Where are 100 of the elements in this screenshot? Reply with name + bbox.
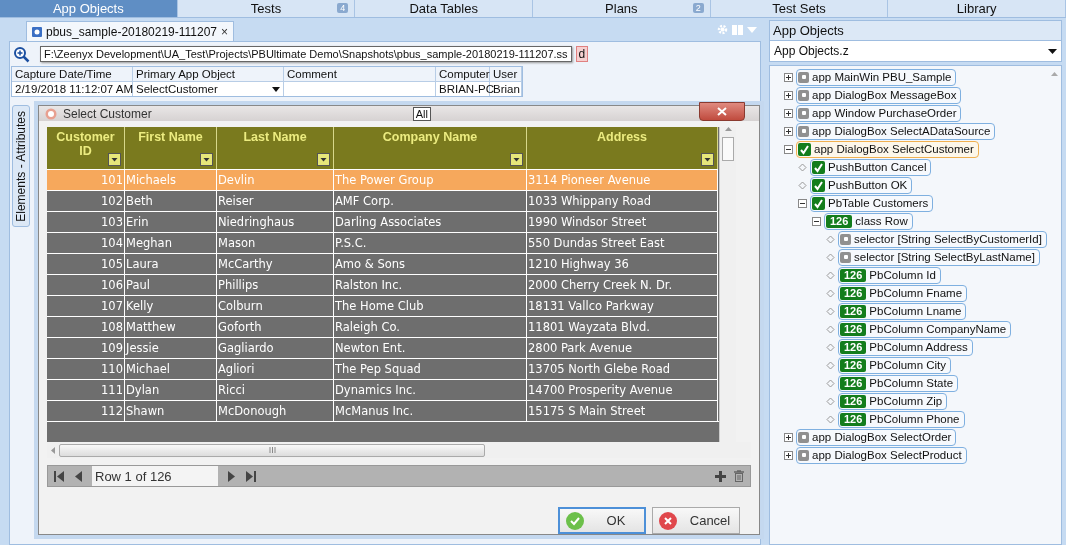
table-cell[interactable]: Jessie [125, 337, 217, 358]
collapse-icon[interactable] [798, 198, 807, 208]
table-cell[interactable]: 1033 Whippany Road [527, 190, 718, 211]
scroll-left-icon[interactable] [51, 446, 55, 454]
table-cell[interactable]: Kelly [125, 295, 217, 316]
expand-icon[interactable] [784, 450, 793, 460]
expand-icon[interactable] [784, 108, 793, 118]
table-cell[interactable]: 13705 North Glebe Road [527, 358, 718, 379]
previous-icon[interactable] [74, 470, 82, 482]
tree-item[interactable]: 126 PbColumn CompanyName [838, 320, 1012, 338]
tree-item[interactable]: 126 PbColumn Address [838, 338, 973, 356]
table-cell[interactable]: 103 [47, 211, 125, 232]
tree-item[interactable]: 126 PbColumn Lname [838, 302, 967, 320]
table-cell[interactable]: 15175 S Main Street [527, 400, 718, 421]
expand-icon[interactable] [784, 72, 793, 82]
table-cell[interactable]: Gagliardo [217, 337, 334, 358]
column-header[interactable]: Company Name [334, 127, 527, 169]
table-cell[interactable]: 106 [47, 274, 125, 295]
table-cell[interactable]: Dylan [125, 379, 217, 400]
expand-icon[interactable] [784, 432, 793, 442]
table-cell[interactable]: Erin [125, 211, 217, 232]
collapse-icon[interactable] [812, 216, 821, 226]
tab[interactable]: Test Sets [710, 0, 889, 17]
expand-icon[interactable] [784, 90, 793, 100]
table-cell[interactable]: Dynamics Inc. [334, 379, 527, 400]
table-cell[interactable]: Paul [125, 274, 217, 295]
tab[interactable]: Tests 4 [177, 0, 356, 17]
tree-item[interactable]: app MainWin PBU_Sample [796, 68, 957, 86]
tree-item[interactable]: 126 PbColumn Id [838, 266, 941, 284]
side-tab[interactable]: Elements - Attributes [12, 105, 30, 227]
tab[interactable]: App Objects [0, 0, 178, 17]
table-cell[interactable]: Meghan [125, 232, 217, 253]
ok-button[interactable]: OK [558, 507, 646, 534]
table-cell[interactable]: The Home Club [334, 295, 527, 316]
table-cell[interactable]: 104 [47, 232, 125, 253]
table-cell[interactable]: Amo & Sons [334, 253, 527, 274]
tree-item[interactable]: selector [String SelectByLastName] [838, 248, 1040, 266]
document-tab[interactable]: pbus_sample-20180219-111207 × [26, 21, 235, 41]
column-header[interactable]: Address [527, 127, 718, 169]
column-header[interactable]: Last Name [217, 127, 334, 169]
filter-dropdown-icon[interactable] [701, 153, 714, 166]
table-cell[interactable]: Matthew [125, 316, 217, 337]
table-cell[interactable]: AMF Corp. [334, 190, 527, 211]
table-cell[interactable]: 102 [47, 190, 125, 211]
tab[interactable]: Library [888, 0, 1066, 17]
filter-dropdown-icon[interactable] [317, 153, 330, 166]
table-cell[interactable]: Darling Associates [334, 211, 527, 232]
tree-item[interactable]: app DialogBox SelectProduct [796, 446, 967, 464]
table-cell[interactable]: 108 [47, 316, 125, 337]
table-cell[interactable]: 2800 Park Avenue [527, 337, 718, 358]
table-cell[interactable]: McCarthy [217, 253, 334, 274]
table-cell[interactable]: 107 [47, 295, 125, 316]
table-cell[interactable]: Laura [125, 253, 217, 274]
tree-item[interactable]: PushButton OK [810, 176, 913, 194]
column-header[interactable]: Customer ID [47, 127, 125, 169]
table-cell[interactable]: 14700 Prosperity Avenue [527, 379, 718, 400]
first-icon[interactable] [54, 470, 64, 482]
table-cell[interactable]: McDonough [217, 400, 334, 421]
next-icon[interactable] [228, 470, 236, 482]
table-cell[interactable]: Ralston Inc. [334, 274, 527, 295]
table-cell[interactable]: Raleigh Co. [334, 316, 527, 337]
collapse-icon[interactable] [784, 144, 793, 154]
tree-item[interactable]: 126 PbColumn City [838, 356, 952, 374]
table-cell[interactable]: 109 [47, 337, 125, 358]
file-dropdown[interactable]: App Objects.z [769, 40, 1062, 62]
table-cell[interactable]: Colburn [217, 295, 334, 316]
filter-dropdown-icon[interactable] [200, 153, 213, 166]
last-icon[interactable] [246, 470, 256, 482]
tree-item[interactable]: 126 class Row [824, 212, 913, 230]
tree-item[interactable]: PushButton Cancel [810, 158, 932, 176]
table-cell[interactable]: Reiser [217, 190, 334, 211]
cancel-button[interactable]: Cancel [652, 507, 740, 534]
tree-item[interactable]: app DialogBox SelectOrder [796, 428, 957, 446]
tree-item[interactable]: app DialogBox MessageBox [796, 86, 962, 104]
tab[interactable]: Plans 2 [533, 0, 711, 17]
filter-dropdown-icon[interactable] [108, 153, 121, 166]
tab[interactable]: Data Tables [355, 0, 533, 17]
table-cell[interactable]: 105 [47, 253, 125, 274]
scroll-up-icon[interactable] [724, 127, 732, 131]
scroll-thumb[interactable] [59, 443, 485, 457]
row-field[interactable]: Row 1 of 126 [92, 466, 218, 486]
add-icon[interactable] [715, 470, 726, 482]
table-cell[interactable]: 110 [47, 358, 125, 379]
tree-item[interactable]: selector [String SelectByCustomerId] [838, 230, 1047, 248]
table-cell[interactable]: Ricci [217, 379, 334, 400]
table-cell[interactable]: The Pep Squad [334, 358, 527, 379]
expand-icon[interactable] [784, 126, 793, 136]
table-cell[interactable]: Niedringhaus [217, 211, 334, 232]
close-icon[interactable]: × [221, 24, 229, 39]
table-cell[interactable]: Mason [217, 232, 334, 253]
zoom-in-icon[interactable] [13, 45, 30, 63]
table-cell[interactable]: 550 Dundas Street East [527, 232, 718, 253]
table-cell[interactable]: 1990 Windsor Street [527, 211, 718, 232]
tree-item[interactable]: 126 PbColumn Fname [838, 284, 968, 302]
table-cell[interactable]: Shawn [125, 400, 217, 421]
tree-item[interactable]: 126 PbColumn Zip [838, 392, 948, 410]
dropdown-field[interactable]: SelectCustomer [133, 82, 284, 96]
tree-item[interactable]: app Window PurchaseOrder [796, 104, 962, 122]
table-cell[interactable]: Beth [125, 190, 217, 211]
table-cell[interactable]: Phillips [217, 274, 334, 295]
